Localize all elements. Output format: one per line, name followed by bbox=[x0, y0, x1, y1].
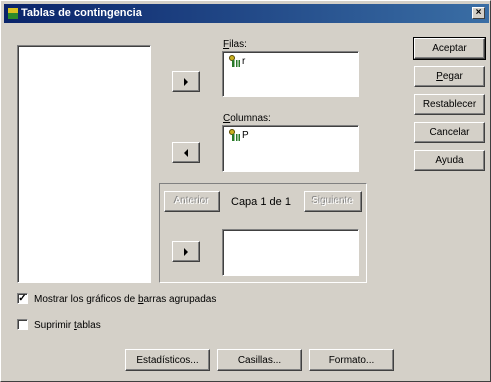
aceptar-button[interactable]: Aceptar bbox=[413, 37, 486, 60]
filas-list[interactable]: r bbox=[222, 51, 359, 97]
filas-label-text: ilas: bbox=[229, 39, 247, 50]
arrow-left-icon bbox=[184, 148, 188, 157]
mostrar-text-1: Mostrar los gráficos de bbox=[34, 294, 138, 305]
pegar-text: egar bbox=[442, 71, 463, 82]
move-to-filas-button[interactable] bbox=[172, 71, 200, 92]
suprimir-text-2: ablas bbox=[76, 320, 101, 331]
ayuda-button[interactable]: Ayuda bbox=[414, 150, 485, 171]
mostrar-graficos-label: Mostrar los gráficos de barras agrupadas bbox=[34, 294, 216, 305]
estadisticos-button[interactable]: Estadísticos... bbox=[125, 349, 210, 371]
variable-name: r bbox=[242, 55, 246, 67]
arrow-right-icon bbox=[184, 77, 188, 86]
source-variable-list[interactable] bbox=[17, 45, 151, 283]
layer-indicator: Capa 1 de 1 bbox=[231, 196, 291, 208]
filas-label: Filas: bbox=[223, 39, 247, 50]
pegar-button[interactable]: Pegar bbox=[414, 66, 485, 87]
variable-name: P bbox=[242, 129, 249, 141]
list-item[interactable]: P bbox=[228, 129, 249, 141]
suprimir-tablas-label: Suprimir tablas bbox=[34, 320, 101, 331]
cancelar-button[interactable]: Cancelar bbox=[414, 122, 485, 143]
next-layer-button[interactable]: Siguiente bbox=[304, 191, 362, 212]
window-title: Tablas de contingencia bbox=[21, 7, 142, 19]
move-to-layer-button[interactable] bbox=[172, 241, 200, 262]
nominal-variable-icon bbox=[228, 55, 240, 67]
casillas-button[interactable]: Casillas... bbox=[217, 349, 302, 371]
previous-layer-button[interactable]: Anterior bbox=[164, 191, 220, 212]
pegar-mnemonic: P bbox=[436, 71, 443, 82]
close-button[interactable]: × bbox=[472, 7, 485, 19]
mostrar-graficos-checkbox[interactable]: ✓ bbox=[17, 293, 28, 304]
layer-list[interactable] bbox=[222, 229, 359, 276]
mostrar-text-2: arras agrupadas bbox=[143, 294, 217, 305]
nominal-variable-icon bbox=[228, 129, 240, 141]
app-icon bbox=[8, 8, 18, 19]
columnas-label: Columnas: bbox=[223, 113, 271, 124]
arrow-right-icon bbox=[184, 247, 188, 256]
move-from-columnas-button[interactable] bbox=[172, 142, 200, 163]
restablecer-button[interactable]: Restablecer bbox=[414, 94, 485, 115]
formato-button[interactable]: Formato... bbox=[309, 349, 394, 371]
columnas-label-text: olumnas: bbox=[230, 113, 271, 124]
suprimir-tablas-checkbox[interactable] bbox=[17, 319, 28, 330]
suprimir-text-1: Suprimir bbox=[34, 320, 75, 331]
title-bar: Tablas de contingencia × bbox=[4, 4, 489, 23]
columnas-list[interactable]: P bbox=[222, 125, 359, 172]
list-item[interactable]: r bbox=[228, 55, 245, 67]
dialog-window: Tablas de contingencia × Filas: r Column… bbox=[0, 0, 491, 382]
